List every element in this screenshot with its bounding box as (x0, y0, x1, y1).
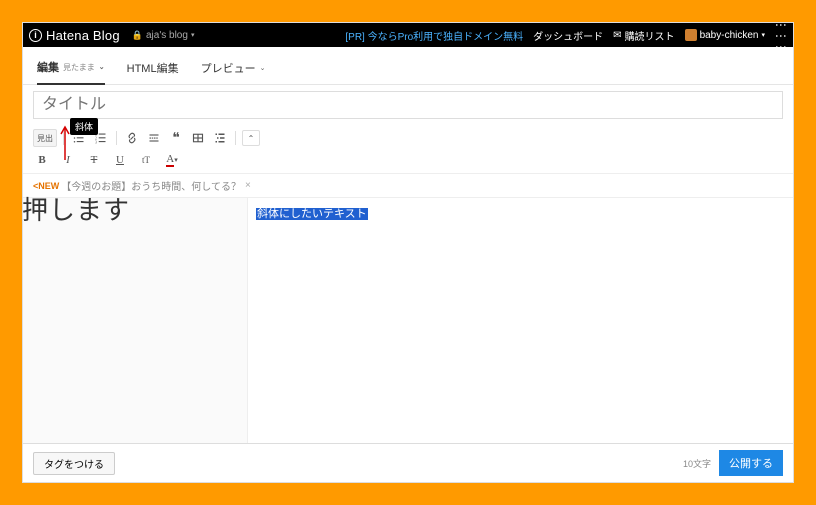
lock-icon: 🔒 (132, 30, 143, 41)
publish-button[interactable]: 公開する (719, 450, 783, 476)
strikethrough-button[interactable]: T (85, 151, 103, 169)
table-icon[interactable] (189, 129, 207, 147)
avatar-icon (685, 29, 697, 41)
char-count: 10文字 (683, 457, 711, 470)
read-more-icon[interactable] (145, 129, 163, 147)
mail-icon: ✉ (613, 30, 621, 41)
blockquote-icon[interactable]: ❝ (167, 129, 185, 147)
edit-mode-tabs: 編集 見たまま ⌄ HTML編集 プレビュー ⌄ (23, 47, 793, 85)
blog-name: aja's blog (146, 30, 188, 41)
italic-button[interactable]: I (59, 151, 77, 169)
close-icon[interactable]: × (245, 180, 251, 191)
blog-selector[interactable]: 🔒 aja's blog ▾ (132, 30, 195, 41)
editor-content[interactable]: 斜体にしたいテキスト (248, 198, 793, 443)
editor-area: 斜体にしたいテキスト (23, 198, 793, 443)
footer: タグをつける 10文字 公開する (23, 443, 793, 482)
editor-sidebar (23, 198, 248, 443)
logo-text: Hatena Blog (46, 28, 120, 43)
caret-down-icon: ▾ (761, 31, 765, 39)
tab-preview[interactable]: プレビュー ⌄ (201, 60, 266, 84)
tab-html-label: HTML編集 (127, 60, 179, 76)
title-input[interactable] (33, 91, 783, 119)
toc-icon[interactable] (211, 129, 229, 147)
title-row (23, 85, 793, 125)
bold-button[interactable]: B (33, 151, 51, 169)
user-menu[interactable]: baby-chicken ▾ (685, 29, 765, 41)
underline-button[interactable]: U (111, 151, 129, 169)
nav-delivery-list[interactable]: ✉ 購読リスト (613, 28, 674, 43)
app-window: i Hatena Blog 🔒 aja's blog ▾ [PR] 今ならPro… (22, 22, 794, 483)
logo[interactable]: i Hatena Blog (29, 28, 120, 43)
tab-edit-sub: 見たまま (63, 62, 95, 73)
prompt-text[interactable]: 【今週のお題】おうち時間、何してる？ (61, 178, 241, 193)
topbar: i Hatena Blog 🔒 aja's blog ▾ [PR] 今ならPro… (23, 23, 793, 47)
caret-down-icon: ⌄ (99, 63, 105, 71)
add-tag-button[interactable]: タグをつける (33, 452, 115, 475)
more-tools-button[interactable]: ⌃ (242, 130, 260, 146)
new-badge: <NEW (33, 181, 59, 191)
caret-down-icon: ⌄ (260, 64, 266, 72)
hatena-logo-icon: i (29, 29, 42, 42)
username: baby-chicken (700, 30, 759, 41)
fontsize-button[interactable]: tT (137, 151, 155, 169)
divider (235, 131, 236, 145)
caret-down-icon: ▾ (191, 31, 195, 39)
nav-dashboard[interactable]: ダッシュボード (533, 28, 603, 43)
link-icon[interactable] (123, 129, 141, 147)
tooltip-italic: 斜体 (70, 118, 98, 135)
tab-html[interactable]: HTML編集 (127, 60, 179, 84)
divider (116, 131, 117, 145)
tab-edit-label: 編集 (37, 59, 59, 75)
tab-edit-wysiwyg[interactable]: 編集 見たまま ⌄ (37, 59, 105, 85)
svg-text:3: 3 (95, 140, 97, 144)
divider (63, 131, 64, 145)
fontcolor-button[interactable]: A▾ (163, 151, 181, 169)
selected-text[interactable]: 斜体にしたいテキスト (256, 208, 368, 220)
nav-delivery-label: 購読リスト (625, 28, 675, 43)
toolbar: 見出 123 ❝ ⌃ B I T U tT A▾ (23, 125, 793, 174)
weekly-prompt-bar: <NEW 【今週のお題】おうち時間、何してる？ × (23, 174, 793, 198)
tab-preview-label: プレビュー (201, 60, 256, 76)
pr-link[interactable]: [PR] 今ならPro利用で独自ドメイン無料 (345, 28, 523, 43)
heading-button[interactable]: 見出 (33, 129, 57, 147)
